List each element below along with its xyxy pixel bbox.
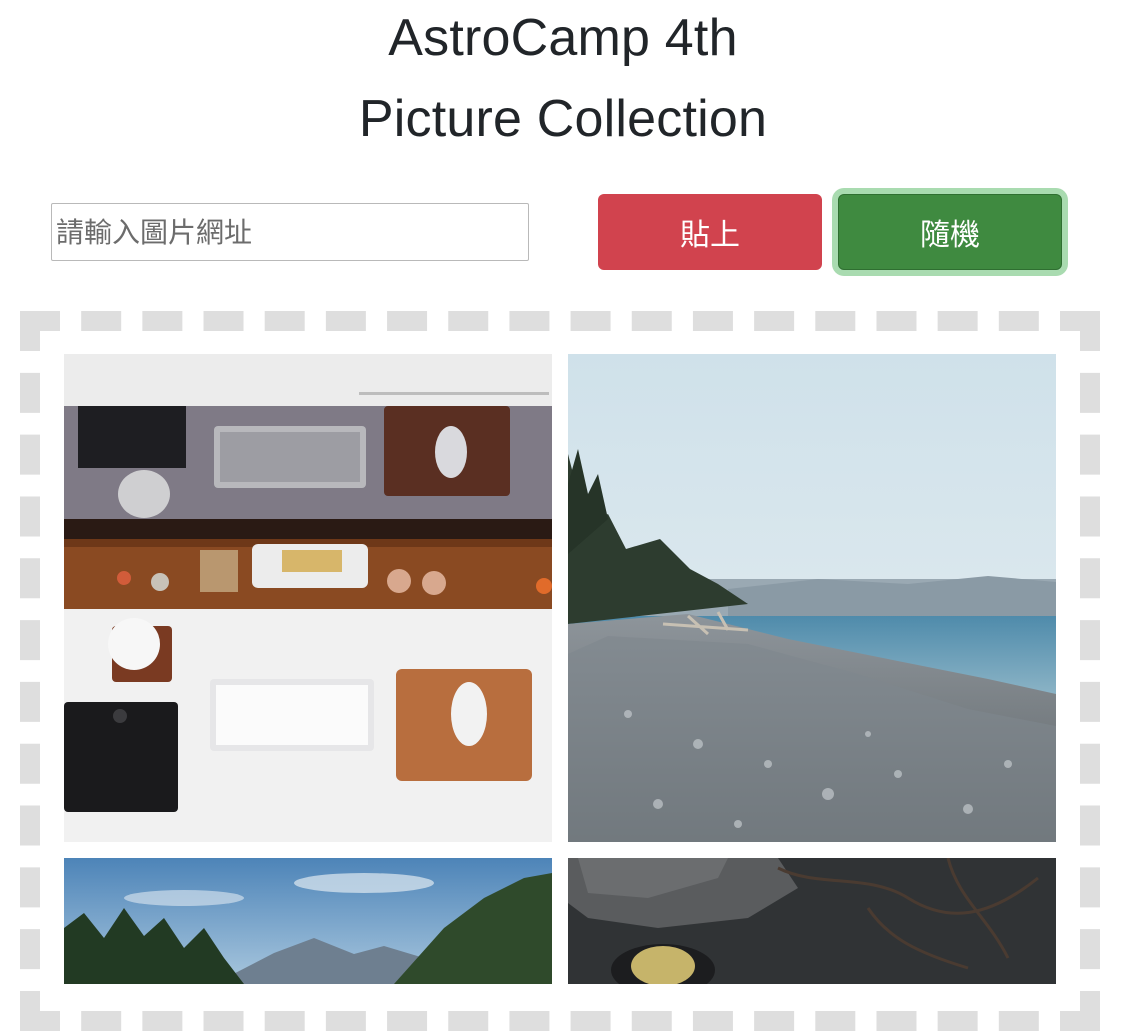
beach-photo-image (568, 354, 1056, 842)
paste-button[interactable]: 貼上 (598, 194, 822, 270)
random-button[interactable]: 隨機 (838, 194, 1062, 270)
page-title-line2: Picture Collection (358, 90, 768, 148)
image-url-input[interactable] (51, 203, 529, 261)
mountains-photo-image (64, 858, 552, 984)
dark-table-photo-image (568, 858, 1056, 984)
gallery-photo-desk[interactable] (64, 354, 552, 842)
page-title-line1: AstroCamp 4th (388, 9, 738, 67)
gallery-photo-beach[interactable] (568, 354, 1056, 842)
gallery-photo-mountains[interactable] (64, 858, 552, 984)
gallery-photo-dark-table[interactable] (568, 858, 1056, 984)
desk-photo-image (64, 354, 552, 842)
